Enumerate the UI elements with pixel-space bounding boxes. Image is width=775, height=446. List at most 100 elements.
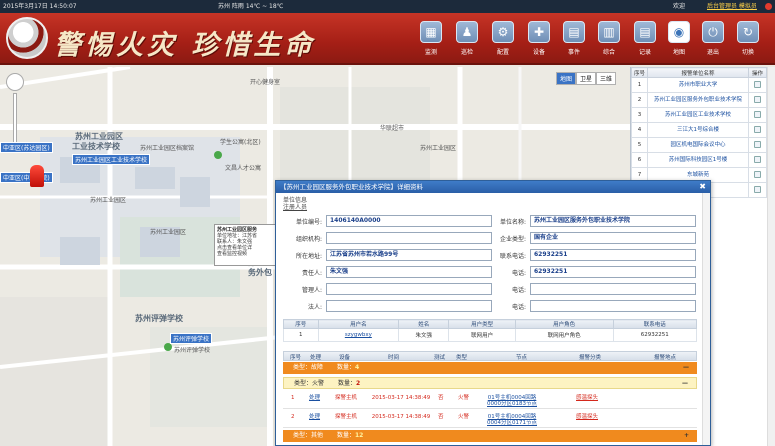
nav-record-button[interactable]: ▤ 记录 xyxy=(632,21,658,65)
table-row[interactable]: 4 三江大1号综合楼 xyxy=(631,122,767,138)
handle-link[interactable]: 处理 xyxy=(309,395,320,401)
popup-line: 查看监控视频 xyxy=(217,251,248,257)
column-header: 报警分类 xyxy=(579,355,602,361)
collapse-toggle[interactable]: — xyxy=(682,378,688,390)
alarm-type: 火警 xyxy=(458,395,470,401)
unit-table: 序号 报警单位名称 操作 1 苏州市职业大学 2 苏州工业园区服务外包职业技术学院 … xyxy=(631,67,767,198)
registered-staff-tab[interactable]: 注册人员 xyxy=(283,204,307,211)
locate-icon[interactable] xyxy=(754,80,761,88)
map-icon: ◉ xyxy=(668,21,690,43)
row-action[interactable] xyxy=(748,122,767,138)
nav-monitor-button[interactable]: ▦ 监测 xyxy=(418,21,444,65)
row-action[interactable] xyxy=(748,92,767,108)
map-marker-tag[interactable]: 中亚区(中亚学院) xyxy=(0,172,53,183)
nav-event-button[interactable]: ▤ 事件 xyxy=(561,21,587,65)
app-header: 警惕火灾 珍惜生命 ▦ 监测 ♟ 巡检 ⚙ 配置 ✚ 设备 ▤ 事件 ▥ 综合 ▤ 记录 ◉ 地… xyxy=(0,13,775,65)
dialog-scrollbar[interactable] xyxy=(702,193,710,445)
map-type-3d-button[interactable]: 三维 xyxy=(596,72,617,85)
group-type: 类型：火警 xyxy=(294,380,325,387)
unit-name-link[interactable]: 三江大1号综合楼 xyxy=(647,122,749,138)
nav-logout-button[interactable]: ⏻ 退出 xyxy=(700,21,726,65)
close-icon[interactable]: ✖ xyxy=(699,181,706,193)
unit-name-link[interactable]: 苏州市职业大学 xyxy=(647,77,749,93)
row-action[interactable] xyxy=(748,137,767,153)
contact-phone-field[interactable]: 62932251 xyxy=(530,249,696,261)
row-action[interactable] xyxy=(748,77,767,93)
map-label: 文昌人才公寓 xyxy=(225,165,262,172)
organization-field[interactable] xyxy=(326,232,492,244)
dialog-titlebar[interactable]: 【苏州工业园区服务外包职业技术学院】详细资料 ✖ xyxy=(276,181,710,193)
enterprise-type-field[interactable]: 国有企业 xyxy=(530,232,696,244)
row-action[interactable] xyxy=(748,152,767,168)
power-icon: ⏻ xyxy=(702,21,724,43)
username-link[interactable]: szygwbxy xyxy=(317,328,400,342)
alarm-group-fault[interactable]: 类型：故障 数量：4 — xyxy=(283,362,697,374)
manager-field[interactable] xyxy=(326,283,492,295)
nav-switch-button[interactable]: ↻ 切换 xyxy=(735,21,761,65)
unit-name-link[interactable]: 苏州工业园区工业技术学校 xyxy=(647,107,749,123)
alarm-category-link[interactable]: 感温探头 xyxy=(576,395,598,401)
alarm-row[interactable]: 2 处理 探警主机 2015-03-17 14:38:49 否 火警 01号主机… xyxy=(283,410,697,428)
switch-icon: ↻ xyxy=(737,21,759,43)
map-pan-control[interactable] xyxy=(6,73,24,91)
locate-icon[interactable] xyxy=(754,155,761,163)
locate-icon[interactable] xyxy=(754,110,761,118)
table-row[interactable]: 3 苏州工业园区工业技术学校 xyxy=(631,107,767,123)
collapse-toggle[interactable]: — xyxy=(683,362,689,374)
count-label: 数量： xyxy=(337,380,356,387)
alarm-group-fire[interactable]: 类型：火警 数量：2 — xyxy=(283,377,697,389)
table-row[interactable]: 2 苏州工业园区服务外包职业技术学院 xyxy=(631,92,767,108)
fire-badge-logo xyxy=(6,17,48,59)
alarm-node-link[interactable]: 01号主机0004回路0000分区0183节点 xyxy=(481,395,543,407)
expand-toggle[interactable]: + xyxy=(684,430,689,442)
list-scrollbar[interactable] xyxy=(767,67,775,446)
map-type-satellite-button[interactable]: 卫星 xyxy=(576,72,597,85)
map-info-popup[interactable]: 苏州工业园区服务 单位地址：江苏省 联系人：朱文强 点击查看单位详 查看监控视频 xyxy=(214,224,276,266)
map-marker-tag[interactable]: 苏州工业园区工业技术学校 xyxy=(72,154,151,165)
alarm-row[interactable]: 1 处理 探警主机 2015-03-17 14:38:49 否 火警 01号主机… xyxy=(283,391,697,409)
close-icon[interactable] xyxy=(765,3,772,10)
unit-name-link[interactable]: 园区机电国际会议中心 xyxy=(647,137,749,153)
map-type-map-button[interactable]: 地图 xyxy=(556,72,577,85)
row-action[interactable] xyxy=(748,182,767,198)
manager-phone-field[interactable] xyxy=(530,283,696,295)
alarm-beacon-icon[interactable] xyxy=(30,165,44,187)
unit-code-field[interactable]: 1406140A0000 xyxy=(326,215,492,227)
address-field[interactable]: 江苏省苏州市若水路99号 xyxy=(326,249,492,261)
nav-general-button[interactable]: ▥ 综合 xyxy=(596,21,622,65)
map-marker-tag[interactable]: 苏州评弹学校 xyxy=(170,333,213,344)
table-row[interactable]: 1 szygwbxy 朱文强 联网用户 联网用户角色 62932251 xyxy=(283,328,698,342)
locate-icon[interactable] xyxy=(754,185,761,193)
unit-name-link[interactable]: 苏州国际科技园区1号楼 xyxy=(647,152,749,168)
legal-person-field[interactable] xyxy=(326,300,492,312)
alarm-node-link[interactable]: 01号主机0004回路0004分区0171节点 xyxy=(481,414,543,426)
nav-config-button[interactable]: ⚙ 配置 xyxy=(490,21,516,65)
locate-icon[interactable] xyxy=(754,95,761,103)
status-bar: 2015年3月17日 14:50:07 苏州 阵雨 14℃ ~ 18℃ 欢迎 后… xyxy=(0,0,775,13)
nav-label: 设备 xyxy=(532,49,545,56)
locate-icon[interactable] xyxy=(754,170,761,178)
unit-name-field[interactable]: 苏州工业园区服务外包职业技术学院 xyxy=(530,215,696,227)
unit-name-link[interactable]: 苏州工业园区服务外包职业技术学院 xyxy=(647,92,749,108)
table-row[interactable]: 1 苏州市职业大学 xyxy=(631,77,767,93)
nav-map-button[interactable]: ◉ 地图 xyxy=(666,21,692,65)
row-action[interactable] xyxy=(748,167,767,183)
responsible-person-field[interactable]: 朱文强 xyxy=(326,266,492,278)
alarm-group-other[interactable]: 类型：其他 数量：12 + xyxy=(283,430,697,442)
locate-icon[interactable] xyxy=(754,125,761,133)
table-row[interactable]: 5 园区机电国际会议中心 xyxy=(631,137,767,153)
alarm-category-link[interactable]: 感温探头 xyxy=(576,414,598,420)
map-marker-tag[interactable]: 中亚区(苏达园区) xyxy=(0,142,53,153)
table-row[interactable]: 6 苏州国际科技园区1号楼 xyxy=(631,152,767,168)
locate-icon[interactable] xyxy=(754,140,761,148)
nav-patrol-button[interactable]: ♟ 巡检 xyxy=(454,21,480,65)
row-action[interactable] xyxy=(748,107,767,123)
current-user-link[interactable]: 后台管理员 模拟员 xyxy=(707,0,757,13)
field-label: 法人: xyxy=(307,304,322,311)
field-row: 所在地址: 江苏省苏州市若水路99号 xyxy=(276,249,496,263)
nav-device-button[interactable]: ✚ 设备 xyxy=(526,21,552,65)
monitor-icon: ▦ xyxy=(420,21,442,43)
legal-phone-field[interactable] xyxy=(530,300,696,312)
phone-field[interactable]: 62932251 xyxy=(530,266,696,278)
handle-link[interactable]: 处理 xyxy=(309,414,320,420)
